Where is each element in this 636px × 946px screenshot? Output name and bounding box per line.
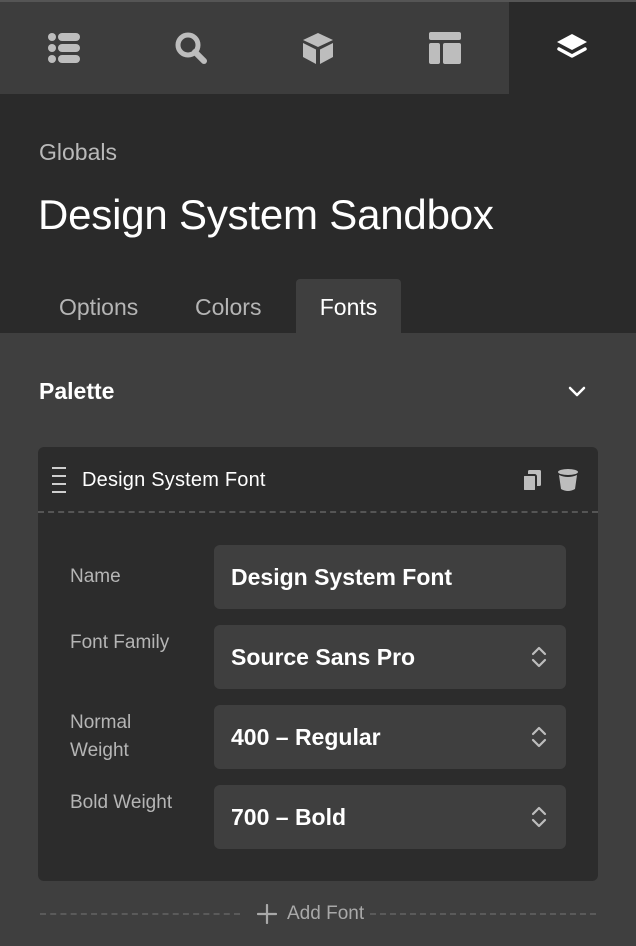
tab-fonts[interactable]: Fonts [296,279,401,333]
settings-tabs: Options Colors Fonts [0,279,636,333]
select-arrows-icon [531,646,547,668]
page-title: Design System Sandbox [38,191,494,238]
font-card: Design System Font Name Design System Fo… [38,447,598,881]
tab-colors[interactable]: Colors [195,279,261,333]
search-icon [175,32,207,64]
toolbar-tab-components[interactable] [254,2,381,94]
cube-icon [302,33,333,64]
bold-weight-value: 700 – Bold [231,804,347,830]
add-font-label: Add Font [287,903,365,924]
normal-weight-select[interactable]: 400 – Regular [214,705,566,769]
normal-weight-value: 400 – Regular [231,724,381,750]
field-label-name: Name [70,566,121,587]
tab-options[interactable]: Options [59,279,138,333]
layout-icon [429,32,462,64]
font-family-select[interactable]: Source Sans Pro [214,625,566,689]
section-title: Palette [39,378,115,404]
chevron-down-icon[interactable] [564,378,590,404]
field-label-bold-weight: Bold Weight [70,792,173,813]
divider [40,913,240,915]
plus-icon [257,904,277,924]
breadcrumb[interactable]: Globals [39,138,117,166]
copy-icon[interactable] [520,467,544,493]
font-card-header: Design System Font [38,447,598,513]
select-arrows-icon [531,726,547,748]
font-family-value: Source Sans Pro [231,644,416,670]
icon-toolbar [0,0,636,94]
trash-icon[interactable] [556,467,580,493]
divider [370,913,596,915]
toolbar-tab-search[interactable] [127,2,254,94]
field-label-normal-weight: Normal Weight [70,712,132,761]
toolbar-tab-globals[interactable] [508,2,636,94]
layers-icon [557,34,588,58]
font-card-title: Design System Font [82,469,266,491]
toolbar-tab-layout[interactable] [382,2,509,94]
select-arrows-icon [531,806,547,828]
toolbar-tab-list[interactable] [0,2,127,94]
field-label-font-family: Font Family [70,632,170,653]
list-icon [47,33,80,63]
drag-handle-icon[interactable] [52,466,66,494]
bold-weight-select[interactable]: 700 – Bold [214,785,566,849]
name-input-value: Design System Font [231,564,453,590]
name-input[interactable]: Design System Font [214,545,566,609]
add-font-row: Add Font [40,900,596,928]
add-font-button[interactable]: Add Font [257,900,364,928]
